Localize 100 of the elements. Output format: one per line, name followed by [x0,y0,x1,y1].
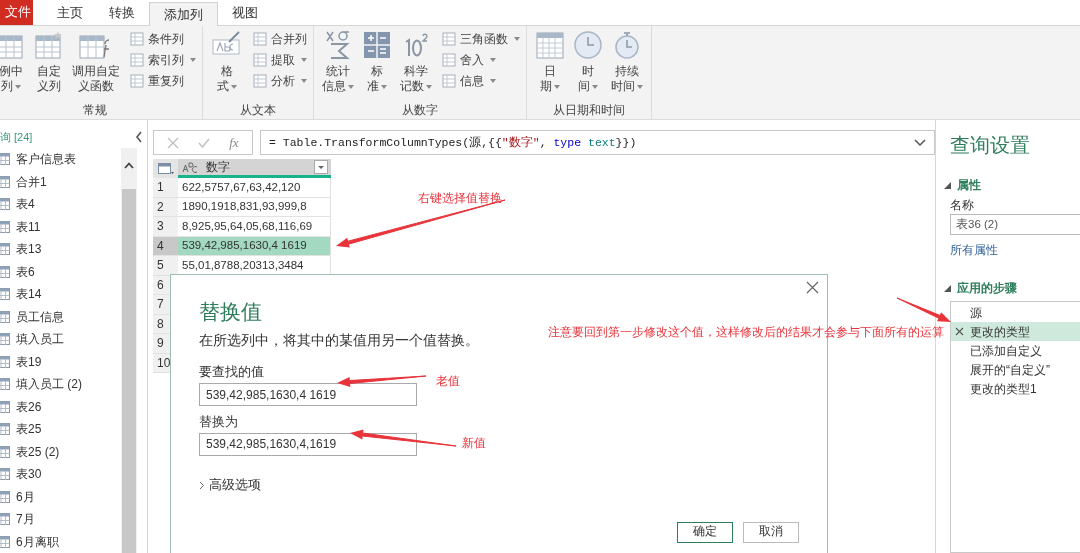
close-icon[interactable] [806,281,819,294]
scrollbar[interactable] [121,148,137,553]
table-icon [0,423,10,436]
query-item[interactable]: 7月 [0,508,120,531]
query-item[interactable]: 表30 [0,463,120,486]
collapse-triangle-icon[interactable] [944,181,951,189]
column-icon [253,32,267,46]
query-item[interactable]: 表26 [0,395,120,418]
group-label: 从文本 [239,102,277,119]
delete-icon[interactable] [955,327,964,336]
ribbon-button[interactable]: 提取 [253,51,307,69]
ribbon-button[interactable]: 条件列 [130,30,196,48]
text-type-icon[interactable] [182,161,200,173]
caret-icon [231,84,237,89]
ribbon-button[interactable]: 科学 记数 [398,30,434,94]
ribbon-button[interactable]: 自定 义列 [32,30,66,94]
field-label: 要查找的值 [199,364,264,382]
annotation-text: 注意要回到第一步修改这个值，这样修改后的结果才会参与下面所有的运算 [548,324,944,341]
table-icon [0,220,10,233]
input-field[interactable]: 539,42,985,1630,4,1619 [199,432,417,456]
ribbon-button[interactable]: 舍入 [442,51,520,69]
ribbon-button[interactable]: 信息 [442,72,520,90]
collapse-icon[interactable] [135,131,143,143]
filter-dropdown-icon[interactable] [314,160,328,174]
pane-title: 查询设置 [950,133,1031,158]
field-label: 名称 [950,197,974,214]
caret-icon [15,84,21,89]
ribbon-button[interactable]: 日 期 [533,30,567,94]
query-item[interactable]: 表25 (2) [0,440,120,463]
ribbon-tab[interactable]: 添加列 [149,2,218,26]
query-item[interactable]: 6月 [0,485,120,508]
ribbon-tab[interactable]: 转换 [97,1,147,25]
table-icon [0,445,10,458]
row-number[interactable]: 1 [153,178,178,197]
ribbon-button[interactable]: 索引列 [130,51,196,69]
ribbon-button[interactable]: 时 间 [571,30,605,94]
input-field[interactable]: 539,42,985,1630,4 1619 [199,383,417,406]
dialog-button[interactable]: 确定 [677,521,733,543]
step-item[interactable]: 源 [951,303,1080,322]
step-item[interactable]: 展开的“自定义” [951,360,1080,379]
caret-icon [301,58,307,62]
ribbon-button[interactable]: 三角函数 [442,30,520,48]
ribbon-tab[interactable]: 文件 [0,0,33,25]
formula-field[interactable]: = Table.TransformColumnTypes(源,{{"数字", type text}}) [260,130,935,155]
query-item[interactable]: 客户信息表 [0,148,120,171]
section-heading: 属性 [957,177,981,194]
column-icon [442,53,456,67]
query-item[interactable]: 表6 [0,260,120,283]
query-item[interactable]: 6月离职 [0,530,120,553]
table-icon [0,513,10,526]
collapse-triangle-icon[interactable] [944,284,951,292]
ribbon-tab[interactable]: 视图 [220,1,270,25]
ribbon-button[interactable]: 格 式 [209,30,245,94]
step-item[interactable]: 更改的类型1 [951,379,1080,398]
table-menu-icon[interactable] [157,162,174,175]
table-icon [0,355,10,368]
ribbon-tab[interactable]: 主页 [45,1,95,25]
ribbon-button[interactable]: 持续 时间 [609,30,645,94]
step-item[interactable]: 已添加自定义 [951,341,1080,360]
query-item[interactable]: 表19 [0,350,120,373]
caret-icon [301,79,307,83]
column-icon [130,74,144,88]
column-header[interactable]: 数字 [178,159,331,178]
ribbon-button[interactable]: 调用自定 义函数 [70,30,122,94]
query-item[interactable]: 填入员工 [0,328,120,351]
dialog-title: 替换值 [199,299,263,325]
queries-header: 询 [24] [0,129,33,145]
ribbon-button[interactable]: 分析 [253,72,307,90]
ribbon-button[interactable]: 合并列 [253,30,307,48]
step-item[interactable]: 更改的类型 [951,322,1080,341]
calendar-icon [535,30,565,60]
row-number[interactable]: 3 [153,217,178,236]
annotation-text: 右键选择值替换 [418,190,502,207]
dialog-button[interactable]: 取消 [743,521,799,543]
annotation-text: 老值 [436,373,460,390]
advanced-options-toggle[interactable]: 高级选项 [199,475,261,495]
query-item[interactable]: 表25 [0,418,120,441]
query-item[interactable]: 表4 [0,193,120,216]
name-field[interactable]: 表36 (2) [950,214,1080,235]
query-item[interactable]: 表13 [0,238,120,261]
query-item[interactable]: 合并1 [0,170,120,193]
clock-icon [573,30,603,60]
ribbon-button[interactable]: 统计 信息 [320,30,356,94]
check-icon[interactable] [198,137,211,148]
ribbon-button[interactable]: 重复列 [130,72,196,90]
query-item[interactable]: 员工信息 [0,305,120,328]
scroll-thumb[interactable] [122,189,136,553]
table-icon [0,535,10,548]
row-number[interactable]: 5 [153,256,178,275]
expand-icon[interactable] [914,138,926,147]
ribbon-button[interactable]: 标 准 [360,30,394,94]
all-properties-link[interactable]: 所有属性 [950,241,998,259]
caret-icon [348,84,354,89]
stopwatch-icon [612,30,642,60]
query-item[interactable]: 填入员工 (2) [0,373,120,396]
scroll-up-icon[interactable] [124,162,134,169]
query-item[interactable]: 表11 [0,215,120,238]
fx-button[interactable]: fx [229,132,239,153]
column-icon [442,74,456,88]
query-item[interactable]: 表14 [0,283,120,306]
